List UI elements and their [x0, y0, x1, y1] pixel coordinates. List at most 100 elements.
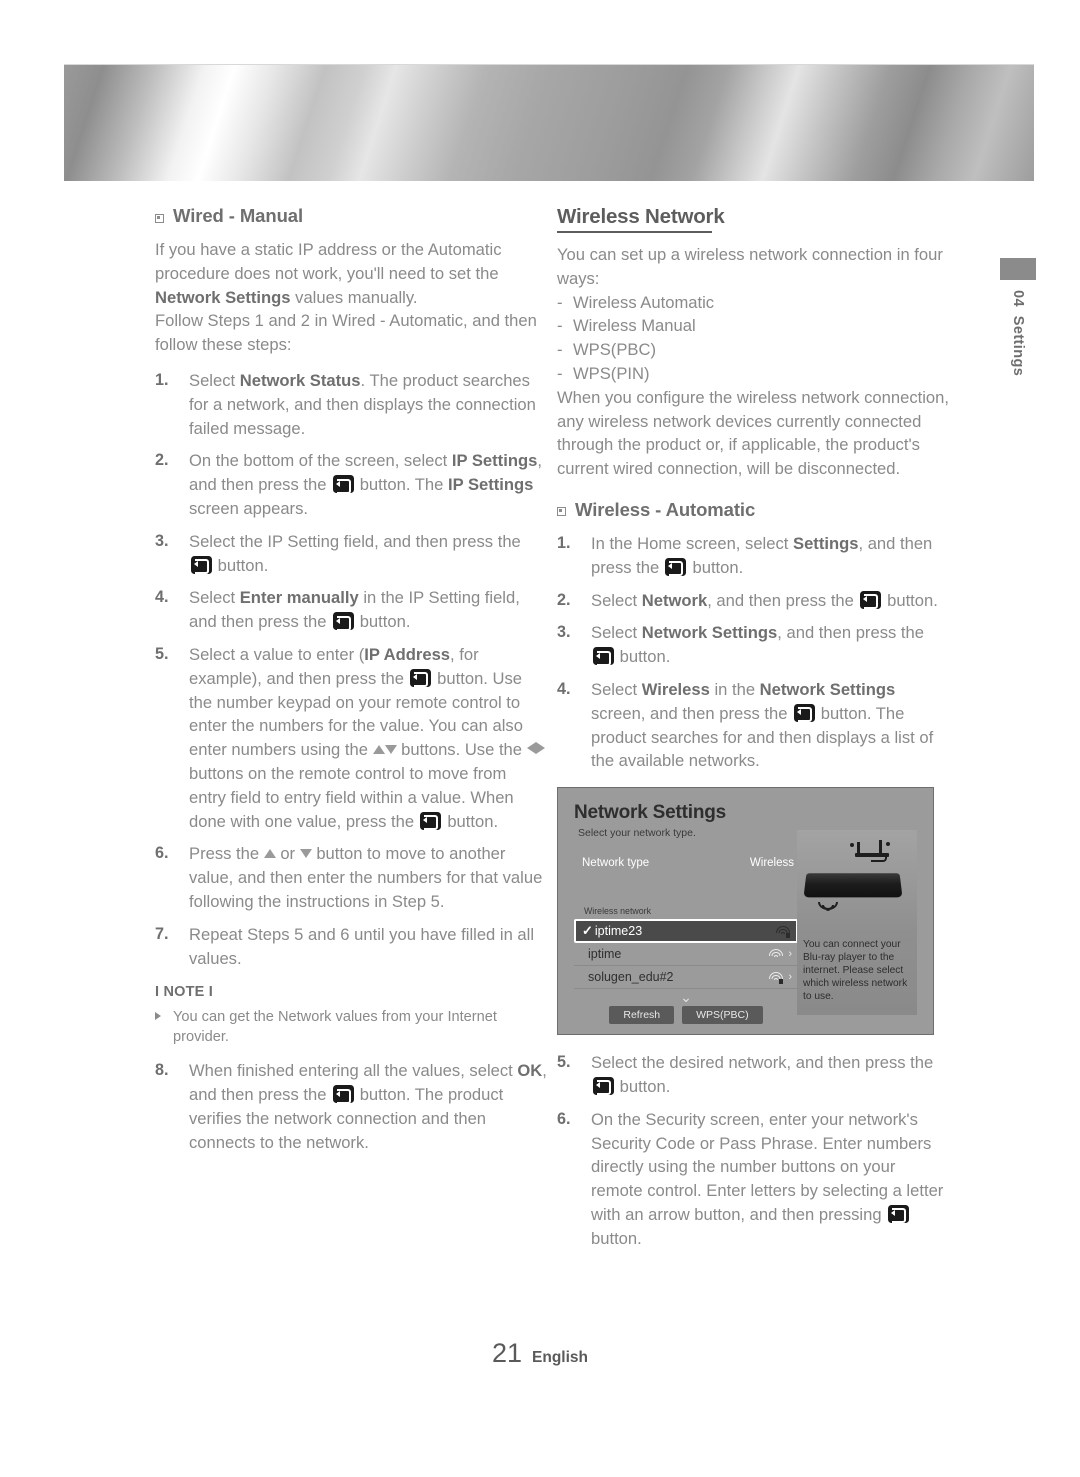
- tv-wireless-network-list: Wireless network ✓ iptime23 iptime › sol…: [574, 906, 798, 1025]
- enter-button-icon: [592, 1076, 614, 1096]
- wps-pbc-button[interactable]: WPS(PBC): [682, 1006, 763, 1025]
- wired-manual-intro: If you have a static IP address or the A…: [155, 240, 502, 307]
- tv-info-panel: You can connect your Blu-ray player to t…: [797, 830, 917, 1016]
- method-label: WPS(PBC): [573, 340, 656, 360]
- tv-network-item[interactable]: solugen_edu#2 ›: [574, 966, 798, 990]
- side-tab-text: 04 Settings: [1000, 290, 1036, 376]
- step-number: 1.: [155, 370, 169, 389]
- step-number: 2.: [155, 451, 169, 470]
- wireless-automatic-heading-text: Wireless - Automatic: [575, 498, 756, 520]
- step-text: Select Wireless in the Network Settings …: [591, 679, 934, 771]
- list-item: - Wireless Manual: [557, 314, 949, 338]
- tv-item-icons: ›: [768, 971, 792, 984]
- step-text: Press the or button to move to another v…: [189, 844, 543, 911]
- chapter-side-tab: 04 Settings: [1000, 258, 1036, 376]
- step-item: 1. Select Network Status. The product se…: [155, 369, 547, 440]
- arrow-up-icon: [263, 849, 276, 859]
- step-text: In the Home screen, select Settings, and…: [591, 533, 933, 577]
- step-item: 5. Select the desired network, and then …: [557, 1051, 949, 1099]
- tv-screen-title: Network Settings: [574, 802, 726, 824]
- list-item: - WPS(PIN): [557, 362, 949, 386]
- tv-network-name-wrap: iptime: [588, 947, 621, 961]
- wireless-network-paragraph: When you configure the wireless network …: [557, 387, 950, 479]
- step-item: 7. Repeat Steps 5 and 6 until you have f…: [155, 923, 547, 971]
- enter-button-icon: [420, 811, 442, 831]
- enter-button-icon: [410, 668, 432, 688]
- note-arrow-icon: [155, 1007, 165, 1047]
- chevron-down-icon[interactable]: ⌄: [574, 990, 798, 1004]
- tv-network-type-value: Wireless: [749, 857, 794, 870]
- step-item: 2. Select Network, and then press the bu…: [557, 589, 949, 613]
- tv-network-name: solugen_edu#2: [588, 970, 674, 985]
- step-text: On the bottom of the screen, select IP S…: [189, 451, 542, 518]
- side-tab-number: 04: [1010, 290, 1026, 307]
- tv-network-name-wrap: solugen_edu#2: [588, 970, 674, 984]
- tv-network-item-selected[interactable]: ✓ iptime23: [574, 919, 798, 944]
- step-item: 4. Select Enter manually in the IP Setti…: [155, 586, 547, 634]
- step-item: 6. On the Security screen, enter your ne…: [557, 1108, 949, 1251]
- page-footer: 21 English: [0, 1338, 1080, 1369]
- wired-manual-steps: 1. Select Network Status. The product se…: [155, 369, 547, 970]
- step-text: Select Enter manually in the IP Setting …: [189, 588, 520, 632]
- step-number: 5.: [155, 644, 169, 663]
- arrow-down-icon: [384, 745, 397, 755]
- arrow-left-icon: [526, 742, 536, 755]
- enter-button-icon: [860, 590, 881, 610]
- wired-manual-heading: Wired - Manual: [155, 205, 547, 227]
- step-item: 6. Press the or button to move to anothe…: [155, 842, 547, 913]
- enter-button-icon: [592, 647, 614, 666]
- dash-marker: -: [557, 316, 563, 336]
- step-number: 5.: [557, 1053, 571, 1072]
- step-text: Repeat Steps 5 and 6 until you have fill…: [189, 924, 535, 968]
- router-icon: [849, 840, 899, 863]
- dash-marker: -: [557, 363, 563, 383]
- method-label: WPS(PIN): [573, 363, 650, 383]
- note-title: I NOTE I: [155, 984, 213, 1001]
- wireless-network-heading: Wireless Network: [557, 205, 949, 233]
- left-column: Wired - Manual If you have a static IP a…: [155, 205, 547, 1164]
- tv-network-name: iptime: [588, 947, 622, 962]
- tv-panel-text: You can connect your Blu-ray player to t…: [803, 939, 908, 1003]
- header-banner: [64, 64, 1034, 181]
- tv-item-icons: [775, 925, 790, 938]
- arrow-up-icon: [372, 745, 385, 755]
- list-item: - WPS(PBC): [557, 338, 949, 362]
- square-bullet-icon: [557, 507, 566, 517]
- page-language: English: [532, 1349, 589, 1366]
- step-item: 5. Select a value to enter (IP Address, …: [155, 643, 547, 833]
- tv-network-type-row[interactable]: Network type Wireless: [582, 857, 794, 869]
- page-number: 21: [491, 1338, 523, 1368]
- step-number: 3.: [155, 531, 169, 550]
- dash-marker: -: [557, 292, 563, 312]
- enter-button-icon: [190, 555, 212, 575]
- step-text: On the Security screen, enter your netwo…: [591, 1109, 944, 1248]
- wireless-automatic-steps: 1. In the Home screen, select Settings, …: [557, 532, 949, 773]
- bluray-player-icon: [803, 873, 903, 898]
- step-number: 6.: [557, 1109, 571, 1128]
- step-item: 1. In the Home screen, select Settings, …: [557, 532, 949, 580]
- enter-button-icon: [887, 1204, 909, 1224]
- tv-button-row: Refresh WPS(PBC): [574, 1006, 798, 1025]
- step-item: 4. Select Wireless in the Network Settin…: [557, 678, 949, 773]
- enter-button-icon: [332, 612, 354, 631]
- step-number: 8.: [155, 1061, 169, 1080]
- step-number: 7.: [155, 924, 169, 943]
- side-tab-color-block: [1000, 258, 1036, 280]
- method-label: Wireless Manual: [573, 316, 696, 336]
- arrow-right-icon: [535, 742, 545, 755]
- wired-manual-steps-continued: 8. When finished entering all the values…: [155, 1059, 547, 1154]
- list-item: - Wireless Automatic: [557, 291, 949, 315]
- tv-list-label: Wireless network: [584, 906, 651, 917]
- step-number: 2.: [557, 590, 571, 609]
- refresh-button[interactable]: Refresh: [609, 1006, 675, 1025]
- network-settings-screenshot: Network Settings Select your network typ…: [557, 787, 934, 1036]
- step-number: 4.: [557, 679, 571, 698]
- method-label: Wireless Automatic: [573, 292, 715, 312]
- wired-manual-intro-2: Follow Steps 1 and 2 in Wired - Automati…: [155, 311, 537, 355]
- tv-network-item[interactable]: iptime ›: [574, 943, 798, 967]
- step-text: When finished entering all the values, s…: [189, 1061, 547, 1152]
- wifi-waves-icon: [817, 902, 839, 914]
- step-number: 6.: [155, 844, 169, 863]
- tv-network-name-wrap: ✓ iptime23: [582, 923, 642, 939]
- tv-item-icons: ›: [768, 948, 792, 960]
